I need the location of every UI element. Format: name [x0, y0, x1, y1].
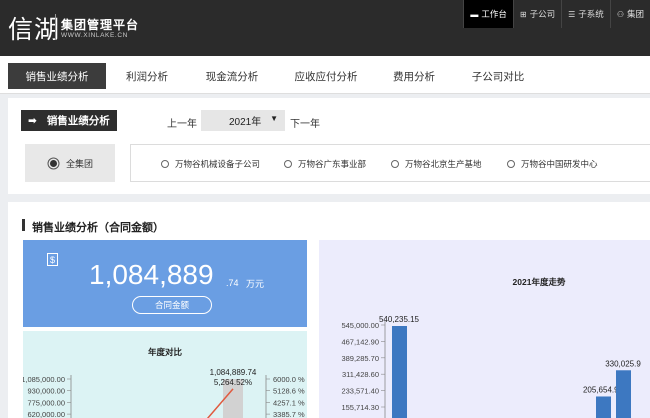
tab-expense[interactable]: 费用分析: [384, 63, 444, 89]
y2-tick-label: 3385.7 %: [273, 410, 305, 418]
y-tick-label: 311,428.60: [342, 370, 379, 379]
chart-title: 2021年度走势: [513, 277, 566, 287]
y-tick-label: 775,000.00: [27, 398, 65, 407]
tab-bar: 销售业绩分析 利润分析 现金流分析 应收应付分析 费用分析 子公司对比: [0, 56, 650, 94]
y-tick-label: 467,142.90: [341, 337, 379, 346]
data-label: 1,084,889.74: [210, 368, 257, 377]
contract-amount-button[interactable]: 合同金额: [132, 296, 212, 314]
y-tick-label: 389,285.70: [341, 354, 379, 363]
nav-workbench[interactable]: ▬ 工作台: [463, 0, 513, 28]
tab-sales[interactable]: 销售业绩分析: [8, 63, 106, 89]
group-option[interactable]: 全集团: [25, 144, 115, 182]
nav-subsystem[interactable]: ☰ 子系统: [561, 0, 610, 28]
monthly-trend-panel: 2021年度走势 545,000.00 467,142.90 389,285.70 31…: [319, 240, 650, 418]
chevron-down-icon: ▼: [270, 114, 278, 123]
y-tick-label: 1,085,000.00: [23, 375, 65, 384]
section-marker: [22, 219, 25, 231]
company-option[interactable]: 万物谷北京生产基地: [391, 158, 482, 170]
logo: 信湖: [8, 15, 61, 44]
prev-year-link[interactable]: 上一年: [167, 115, 197, 130]
dollar-icon: $: [47, 253, 58, 266]
annual-compare-panel: 年度对比 1,085,000.00 930,000.00 775,000.00 620,…: [21, 331, 307, 418]
y-tick-label: 233,571.40: [341, 387, 379, 396]
arrow-right-icon: ➡: [28, 114, 37, 127]
filter-panel: ➡ 销售业绩分析 上一年 2021年 ▼ 下一年 全集团 万物谷机械设备子公司 万物…: [8, 98, 650, 194]
org-icon: ⊞: [519, 9, 527, 19]
radio-selected-icon: [50, 159, 57, 167]
platform-name: 集团管理平台: [61, 18, 140, 32]
y-tick-label: 155,714.30: [341, 403, 379, 412]
bar: [596, 396, 611, 418]
kpi-decimal: .74: [226, 278, 239, 288]
kpi-card: $ 1,084,889 .74 万元 合同金额: [23, 240, 307, 327]
y-tick-label: 620,000.00: [27, 410, 65, 418]
logo-divider: [55, 14, 56, 40]
chart-title: 年度对比: [148, 347, 183, 357]
y-tick-label: 930,000.00: [27, 387, 65, 396]
tab-cashflow[interactable]: 现金流分析: [196, 63, 268, 89]
nav-user[interactable]: ⚇ 集团: [609, 0, 650, 28]
top-nav: ▬ 工作台 ⊞ 子公司 ☰ 子系统 ⚇ 集团: [463, 0, 650, 28]
tab-subsidiary-compare[interactable]: 子公司对比: [462, 63, 534, 89]
monitor-icon: ▬: [470, 9, 479, 19]
y2-tick-label: 4257.1 %: [273, 398, 305, 407]
company-options: 万物谷机械设备子公司 万物谷广东事业部 万物谷北京生产基地 万物谷中国研发中心: [130, 144, 650, 182]
radio-icon: [391, 160, 399, 168]
company-option[interactable]: 万物谷中国研发中心: [507, 158, 598, 170]
user-icon: ⚇: [616, 9, 624, 19]
data-label: 330,025.9: [605, 359, 641, 368]
kpi-unit: 万元: [246, 279, 265, 289]
data-label: 540,235.15: [379, 315, 420, 324]
next-year-link[interactable]: 下一年: [290, 115, 320, 130]
bar: [616, 370, 631, 418]
y-tick-label: 545,000.00: [341, 321, 379, 330]
monthly-trend-chart: 2021年度走势 545,000.00 467,142.90 389,285.70 31…: [341, 277, 641, 418]
tab-profit[interactable]: 利润分析: [112, 63, 182, 89]
section-title: 销售业绩分析（合同金额）: [32, 222, 164, 234]
radio-icon: [161, 160, 169, 168]
y2-tick-label: 6000.0 %: [273, 375, 305, 384]
tab-receivable[interactable]: 应收应付分析: [286, 63, 366, 89]
company-option[interactable]: 万物谷广东事业部: [284, 158, 366, 170]
company-option[interactable]: 万物谷机械设备子公司: [161, 158, 260, 170]
nav-subsidiary[interactable]: ⊞ 子公司: [512, 0, 561, 28]
website-url: WWW.XINLAKE.CN: [61, 32, 128, 39]
list-icon: ☰: [568, 9, 576, 19]
year-select[interactable]: 2021年 ▼: [201, 110, 285, 131]
sales-section: 销售业绩分析（合同金额） $ 1,084,889 .74 万元 合同金额 年度对…: [8, 202, 650, 418]
top-bar: 信湖 集团管理平台 WWW.XINLAKE.CN ▬ 工作台 ⊞ 子公司 ☰ 子系统 …: [0, 0, 650, 56]
annual-compare-chart: 年度对比 1,085,000.00 930,000.00 775,000.00 620,…: [21, 347, 305, 418]
section-tag: ➡ 销售业绩分析: [21, 110, 117, 131]
radio-icon: [507, 160, 515, 168]
kpi-value: 1,084,889: [89, 259, 214, 290]
radio-icon: [284, 160, 292, 168]
y2-tick-label: 5128.6 %: [273, 387, 305, 396]
data-label: 5,264.52%: [214, 378, 252, 387]
bar: [392, 326, 407, 418]
